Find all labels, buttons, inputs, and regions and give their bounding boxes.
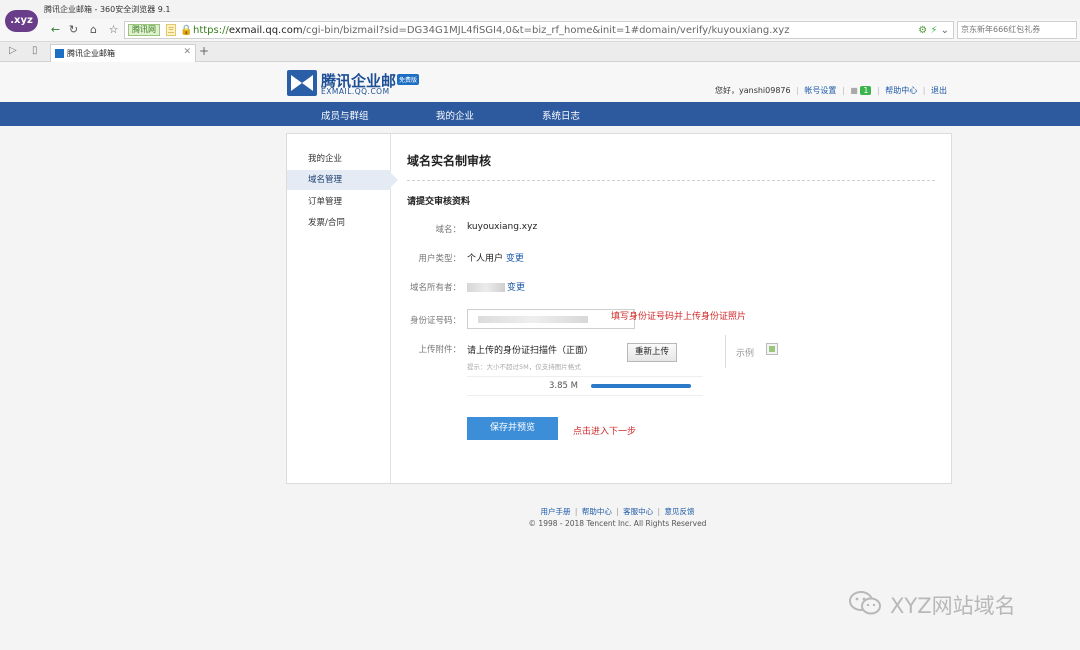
- search-input[interactable]: 京东新年666红包礼券: [957, 21, 1077, 39]
- browser-toolbar: ← ↻ ⌂ ☆ 腾讯网 三 🔒 https://exmail.qq.com/cg…: [0, 19, 1080, 42]
- tab-title: 腾讯企业邮箱: [67, 49, 115, 58]
- sidebar-toggle-icon[interactable]: ▷: [9, 45, 17, 56]
- owner-change-link[interactable]: 变更: [507, 283, 525, 293]
- content-panel: 我的企业 域名管理 订单管理 发票/合同 域名实名制审核 请提交审核资料 域名：…: [286, 133, 952, 484]
- close-icon[interactable]: ✕: [183, 47, 191, 57]
- footer-link-customer-service[interactable]: 客服中心: [623, 507, 653, 516]
- divider: |: [574, 507, 578, 516]
- save-preview-button[interactable]: 保存并预览: [467, 417, 558, 440]
- page-icon[interactable]: ▯: [32, 45, 38, 56]
- file-size: 3.85 M: [549, 381, 578, 391]
- nav-my-enterprise[interactable]: 我的企业: [436, 108, 474, 122]
- user-greeting: 您好，yanshi09876: [714, 86, 791, 95]
- addressbar-actions: ⚙ ⚡ ⌄: [918, 24, 949, 38]
- footer-links: 用户手册 | 帮助中心 | 客服中心 | 意见反馈: [0, 506, 1080, 517]
- window-title: 腾讯企业邮箱 - 360安全浏览器 9.1: [44, 5, 171, 14]
- progress-track: [591, 384, 691, 388]
- divider: [725, 335, 726, 368]
- owner-label: 域名所有者：: [409, 283, 461, 293]
- nav-members-groups[interactable]: 成员与群组: [321, 108, 369, 122]
- sample-image-icon[interactable]: [766, 343, 778, 355]
- divider: [407, 180, 935, 181]
- edition-badge: 免费版: [397, 74, 420, 85]
- sidebar-item-invoice-contract[interactable]: 发票/合同: [287, 213, 391, 233]
- progress-fill: [591, 384, 691, 388]
- url-host: exmail.qq.com: [228, 25, 303, 36]
- divider: |: [841, 86, 845, 95]
- id-number-label: 身份证号码：: [409, 316, 461, 326]
- exmail-favicon-icon: [55, 49, 64, 58]
- sidebar-item-domain-management[interactable]: 域名管理: [287, 170, 398, 190]
- account-settings-link[interactable]: 帐号设置: [804, 86, 836, 95]
- id-number-redacted: [478, 316, 588, 323]
- user-type-row: 个人用户 变更: [467, 251, 524, 264]
- lightning-icon[interactable]: ⚡: [930, 25, 937, 36]
- watermark-text: XYZ网站域名: [890, 594, 1016, 618]
- url-path: /cgi-bin/bizmail?sid=DG34G1MJL4fiSGI4,0&…: [302, 25, 790, 36]
- divider: |: [616, 507, 619, 516]
- verification-form: 域名实名制审核 请提交审核资料 域名： kuyouxiang.xyz 用户类型：…: [391, 134, 951, 483]
- mail-logo-icon: [287, 70, 317, 96]
- logo-domain: EXMAIL.QQ.COM: [321, 87, 390, 96]
- section-title: 请提交审核资料: [407, 197, 471, 207]
- sidebar-item-my-enterprise[interactable]: 我的企业: [287, 149, 391, 169]
- divider: |: [922, 86, 926, 95]
- divider: |: [876, 86, 880, 95]
- ssl-site-badge[interactable]: 腾讯网: [128, 24, 160, 36]
- user-bar: 您好，yanshi09876 | 帐号设置 | ■ 1 | 帮助中心 | 退出: [715, 85, 947, 96]
- upload-tip: 提示：大小不超过5M，仅支持图片格式: [467, 363, 581, 371]
- back-arrow-icon[interactable]: ←: [48, 22, 63, 37]
- attachment-label: 上传附件：: [418, 345, 461, 355]
- footer-link-user-manual[interactable]: 用户手册: [541, 507, 571, 516]
- sidebar: 我的企业 域名管理 订单管理 发票/合同: [287, 134, 398, 483]
- user-type-value: 个人用户: [467, 254, 504, 264]
- page-header: 腾讯企业邮 EXMAIL.QQ.COM 免费版 您好，yanshi09876 |…: [0, 62, 1080, 102]
- reload-icon[interactable]: ↻: [66, 22, 81, 37]
- owner-name-redacted: [467, 283, 505, 292]
- url-text[interactable]: https://exmail.qq.com/cgi-bin/bizmail?si…: [193, 24, 789, 38]
- footer-link-feedback[interactable]: 意见反馈: [664, 507, 694, 516]
- new-tab-icon[interactable]: +: [199, 44, 209, 58]
- main-nav: 成员与群组 我的企业 系统日志: [0, 102, 1080, 126]
- divider: |: [657, 507, 661, 516]
- chevron-down-icon[interactable]: ⌄: [941, 25, 949, 36]
- ssl-extra-badge[interactable]: 三: [166, 24, 176, 36]
- tab-strip: ▷ ▯ 腾讯企业邮箱 ✕ +: [0, 42, 1080, 62]
- browser-titlebar: 腾讯企业邮箱 - 360安全浏览器 9.1: [0, 0, 1080, 19]
- nav-system-log[interactable]: 系统日志: [542, 108, 580, 122]
- user-type-change-link[interactable]: 变更: [506, 254, 524, 264]
- home-icon[interactable]: ⌂: [86, 22, 101, 37]
- id-instruction-note: 填写身份证号码并上传身份证照片: [611, 312, 747, 322]
- sidebar-item-order-management[interactable]: 订单管理: [287, 192, 391, 212]
- id-number-input[interactable]: [467, 309, 635, 329]
- footer-link-help-center[interactable]: 帮助中心: [582, 507, 612, 516]
- bell-icon[interactable]: ■: [850, 86, 858, 95]
- help-center-link[interactable]: 帮助中心: [885, 86, 917, 95]
- tab-exmail[interactable]: 腾讯企业邮箱 ✕: [50, 44, 196, 62]
- url-scheme: https://: [193, 25, 229, 36]
- domain-value: kuyouxiang.xyz: [467, 222, 538, 232]
- divider: |: [796, 86, 799, 95]
- page-title: 域名实名制审核: [407, 154, 492, 168]
- domain-label: 域名：: [435, 225, 461, 235]
- logout-link[interactable]: 退出: [931, 86, 947, 95]
- reupload-button[interactable]: 重新上传: [627, 343, 677, 362]
- upload-title: 请上传的身份证扫描件（正面）: [467, 346, 594, 356]
- user-type-label: 用户类型：: [418, 254, 461, 264]
- copyright: © 1998 - 2018 Tencent Inc. All Rights Re…: [528, 519, 707, 528]
- owner-row: 变更: [467, 280, 525, 293]
- gear-icon[interactable]: ⚙: [918, 25, 927, 36]
- xyz-logo: .xyz: [5, 10, 38, 32]
- upload-progress: 3.85 M: [467, 376, 703, 396]
- lock-icon: 🔒: [180, 25, 193, 36]
- next-step-note: 点击进入下一步: [573, 427, 637, 437]
- favorite-star-icon[interactable]: ☆: [106, 22, 121, 37]
- sample-label: 示例: [736, 349, 755, 359]
- notification-count-badge[interactable]: 1: [860, 86, 872, 95]
- wechat-icon: [849, 591, 881, 615]
- address-bar[interactable]: 腾讯网 三 🔒 https://exmail.qq.com/cgi-bin/bi…: [124, 21, 954, 39]
